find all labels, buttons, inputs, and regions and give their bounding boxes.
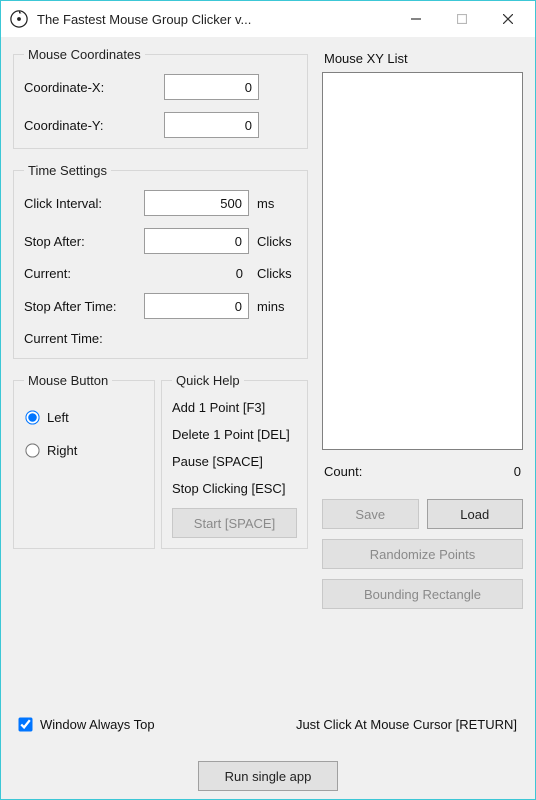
coord-x-label: Coordinate-X: — [24, 80, 164, 95]
help-pause: Pause [SPACE] — [172, 454, 297, 469]
time-settings-group: Time Settings Click Interval: ms Stop Af… — [13, 163, 308, 359]
start-button[interactable]: Start [SPACE] — [172, 508, 297, 538]
always-top-input[interactable] — [18, 717, 32, 731]
client-area: Mouse Coordinates Coordinate-X: Coordina… — [1, 37, 535, 799]
app-icon — [9, 9, 29, 29]
time-legend: Time Settings — [24, 163, 111, 178]
count-value: 0 — [514, 464, 521, 479]
radio-left[interactable]: Left — [26, 410, 144, 425]
stop-time-unit: mins — [257, 299, 297, 314]
coord-y-input[interactable] — [164, 112, 259, 138]
help-delete-point: Delete 1 Point [DEL] — [172, 427, 297, 442]
maximize-button[interactable] — [439, 1, 485, 37]
radio-right[interactable]: Right — [26, 443, 144, 458]
stop-after-unit: Clicks — [257, 234, 297, 249]
window-controls — [393, 1, 531, 37]
always-top-checkbox[interactable]: Window Always Top — [19, 717, 155, 732]
mouse-coordinates-group: Mouse Coordinates Coordinate-X: Coordina… — [13, 47, 308, 149]
stop-after-input[interactable] — [144, 228, 249, 254]
interval-unit: ms — [257, 196, 297, 211]
app-window: The Fastest Mouse Group Clicker v... Mou — [0, 0, 536, 800]
cursor-hint: Just Click At Mouse Cursor [RETURN] — [296, 717, 517, 732]
current-value: 0 — [144, 266, 249, 281]
minimize-button[interactable] — [393, 1, 439, 37]
load-button[interactable]: Load — [427, 499, 524, 529]
stop-time-input[interactable] — [144, 293, 249, 319]
current-unit: Clicks — [257, 266, 297, 281]
window-title: The Fastest Mouse Group Clicker v... — [37, 12, 393, 27]
mouse-button-group: Mouse Button Left Right — [13, 373, 155, 549]
coords-legend: Mouse Coordinates — [24, 47, 145, 62]
titlebar: The Fastest Mouse Group Clicker v... — [1, 1, 535, 37]
save-button[interactable]: Save — [322, 499, 419, 529]
randomize-button[interactable]: Randomize Points — [322, 539, 523, 569]
mouse-button-legend: Mouse Button — [24, 373, 112, 388]
quick-help-group: Quick Help Add 1 Point [F3] Delete 1 Poi… — [161, 373, 308, 549]
current-time-label: Current Time: — [24, 331, 103, 346]
help-stop: Stop Clicking [ESC] — [172, 481, 297, 496]
current-label: Current: — [24, 266, 144, 281]
run-single-app-button[interactable]: Run single app — [198, 761, 338, 791]
close-button[interactable] — [485, 1, 531, 37]
radio-left-input[interactable] — [25, 410, 39, 424]
bounding-rect-button[interactable]: Bounding Rectangle — [322, 579, 523, 609]
help-add-point: Add 1 Point [F3] — [172, 400, 297, 415]
coord-y-label: Coordinate-Y: — [24, 118, 164, 133]
radio-right-input[interactable] — [25, 443, 39, 457]
stop-after-label: Stop After: — [24, 234, 144, 249]
xy-list-legend: Mouse XY List — [324, 51, 523, 66]
interval-input[interactable] — [144, 190, 249, 216]
interval-label: Click Interval: — [24, 196, 144, 211]
quick-help-legend: Quick Help — [172, 373, 244, 388]
stop-time-label: Stop After Time: — [24, 299, 144, 314]
coord-x-input[interactable] — [164, 74, 259, 100]
count-label: Count: — [324, 464, 362, 479]
xy-list[interactable] — [322, 72, 523, 450]
